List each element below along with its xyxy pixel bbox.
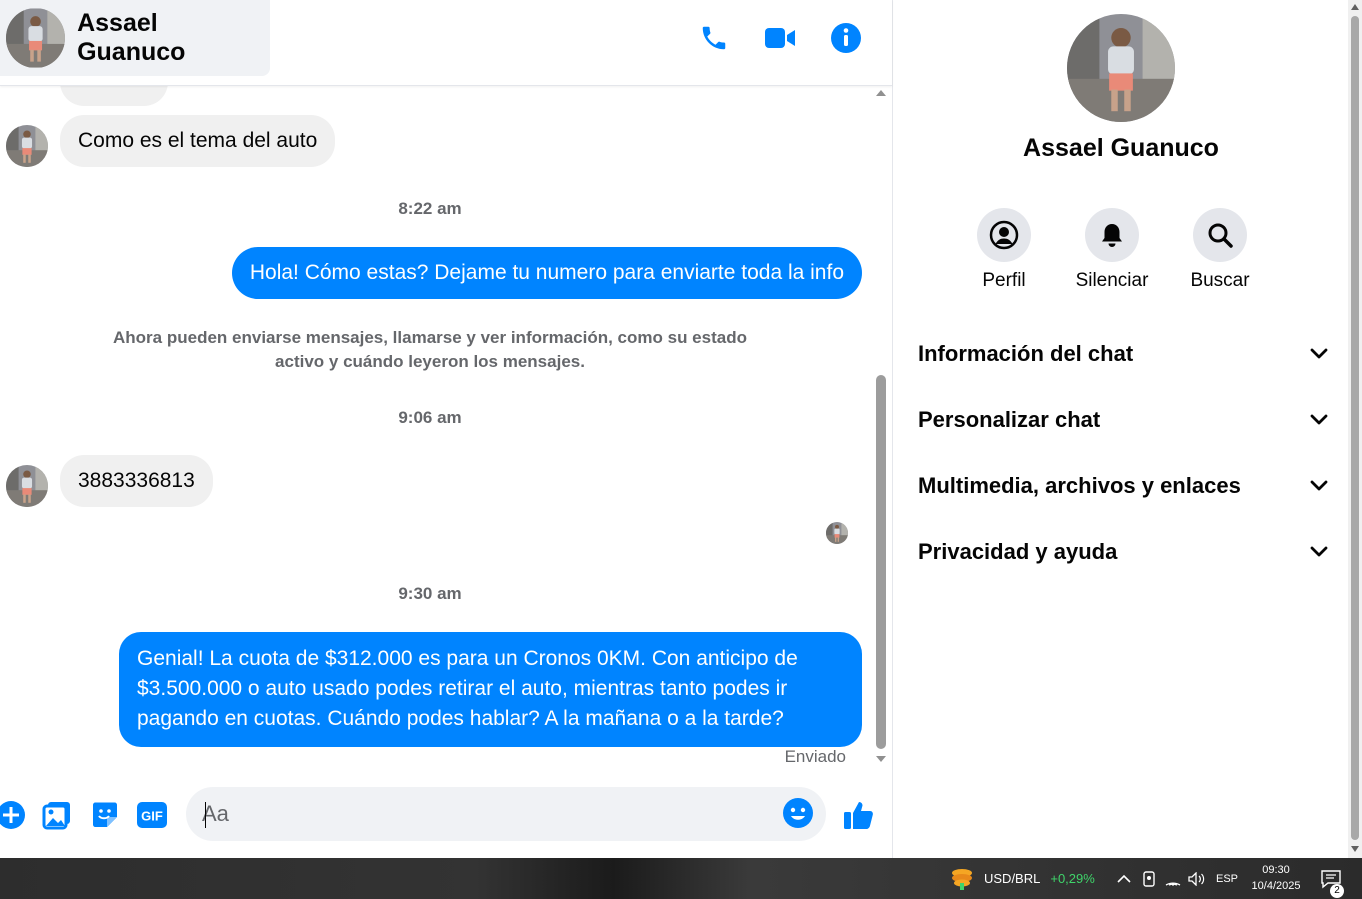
contact-name: Assael Guanuco xyxy=(1023,134,1219,162)
message-status: Enviado xyxy=(784,747,846,766)
chevron-down-icon xyxy=(1310,414,1328,425)
system-note: Ahora pueden enviarse mensajes, llamarse… xyxy=(113,328,747,371)
section-chat-info[interactable]: Información del chat xyxy=(918,332,1328,376)
chat-header: Assael Guanuco xyxy=(0,0,892,86)
scrollbar-thumb[interactable] xyxy=(876,375,886,749)
message-outgoing[interactable]: Genial! La cuota de $312.000 es para un … xyxy=(119,632,862,747)
message-timestamp: 8:22 am xyxy=(398,199,462,218)
stock-widget[interactable]: USD/BRL +0,29% xyxy=(950,858,1095,899)
message-timestamp: 9:30 am xyxy=(398,584,462,603)
chevron-down-icon xyxy=(1310,546,1328,557)
wifi-icon[interactable] xyxy=(1165,858,1181,899)
plus-icon[interactable] xyxy=(0,798,28,832)
mute-label: Silenciar xyxy=(1075,270,1149,291)
section-label: Multimedia, archivos y enlaces xyxy=(918,473,1241,498)
contact-name[interactable]: Assael Guanuco xyxy=(77,9,270,67)
clock-time: 09:30 xyxy=(1262,864,1290,876)
header-actions xyxy=(698,20,862,56)
window-scrollbar[interactable] xyxy=(1348,0,1362,858)
sticker-icon[interactable] xyxy=(88,798,122,832)
search-button[interactable]: Buscar xyxy=(1190,208,1250,292)
section-customize-chat[interactable]: Personalizar chat xyxy=(918,398,1328,442)
avatar[interactable] xyxy=(6,8,65,68)
gif-icon[interactable]: GIF xyxy=(135,798,169,832)
message-incoming[interactable]: Como es el tema del auto xyxy=(60,115,336,167)
video-call-icon[interactable] xyxy=(764,20,796,56)
message-incoming[interactable]: 3883336813 xyxy=(60,455,213,507)
text-caret xyxy=(205,802,206,828)
chevron-up-icon[interactable] xyxy=(1116,858,1132,899)
emoji-icon[interactable] xyxy=(782,797,816,831)
ticker-change: +0,29% xyxy=(1050,871,1095,886)
chat-pane: Assael Guanuco De face Como es el tema d… xyxy=(0,0,892,858)
ticker-label: USD/BRL xyxy=(984,871,1041,886)
scroll-down-icon[interactable] xyxy=(876,756,886,762)
notification-badge: 2 xyxy=(1330,884,1344,898)
message-input-wrapper[interactable] xyxy=(186,787,826,841)
message-incoming[interactable]: De face xyxy=(60,86,169,106)
scroll-up-icon[interactable] xyxy=(1351,4,1359,10)
photo-icon[interactable] xyxy=(40,798,74,832)
contact-header-card[interactable]: Assael Guanuco xyxy=(0,0,270,76)
seen-indicator-avatar xyxy=(826,522,848,544)
like-icon[interactable] xyxy=(842,798,876,832)
search-label: Buscar xyxy=(1190,270,1250,291)
clock[interactable]: 09:30 10/4/2025 xyxy=(1244,862,1308,894)
currency-icon xyxy=(952,868,972,890)
section-media-files-links[interactable]: Multimedia, archivos y enlaces xyxy=(918,464,1328,508)
composer: GIF xyxy=(0,772,892,858)
section-label: Información del chat xyxy=(918,341,1134,366)
info-icon[interactable] xyxy=(830,20,862,56)
message-outgoing[interactable]: Hola! Cómo estas? Dejame tu numero para … xyxy=(231,247,862,299)
svg-text:GIF: GIF xyxy=(141,809,163,824)
section-label: Privacidad y ayuda xyxy=(918,539,1118,564)
profile-actions: Perfil Silenciar Buscar xyxy=(977,208,1250,292)
avatar[interactable] xyxy=(6,125,48,167)
chevron-down-icon xyxy=(1310,348,1328,359)
taskbar: USD/BRL +0,29% ESP 09:30 10/4/2025 xyxy=(0,858,1362,899)
scrollbar-thumb[interactable] xyxy=(1351,16,1359,840)
clock-date: 10/4/2025 xyxy=(1251,880,1301,892)
message-list[interactable]: De face Como es el tema del auto 8:22 am… xyxy=(0,86,872,772)
profile-icon[interactable] xyxy=(977,208,1031,262)
scroll-down-icon[interactable] xyxy=(1351,846,1359,852)
bell-icon[interactable] xyxy=(1085,208,1139,262)
avatar[interactable] xyxy=(6,465,48,507)
phone-icon[interactable] xyxy=(698,20,730,56)
profile-button[interactable]: Perfil xyxy=(977,208,1031,292)
message-timestamp: 9:06 am xyxy=(398,408,462,427)
chevron-down-icon xyxy=(1310,480,1328,491)
avatar[interactable] xyxy=(1067,14,1175,122)
search-icon[interactable] xyxy=(1193,208,1247,262)
conversation-info-panel: Assael Guanuco Perfil Silenciar Buscar I… xyxy=(892,0,1348,858)
meet-icon[interactable] xyxy=(1142,858,1156,899)
volume-icon[interactable] xyxy=(1188,858,1206,899)
scroll-up-icon[interactable] xyxy=(876,90,886,96)
profile-label: Perfil xyxy=(982,270,1026,291)
section-label: Personalizar chat xyxy=(918,407,1101,432)
language-indicator[interactable]: ESP xyxy=(1216,858,1238,899)
mute-button[interactable]: Silenciar xyxy=(1076,208,1148,292)
message-input[interactable] xyxy=(202,787,772,841)
section-privacy-help[interactable]: Privacidad y ayuda xyxy=(918,530,1328,574)
